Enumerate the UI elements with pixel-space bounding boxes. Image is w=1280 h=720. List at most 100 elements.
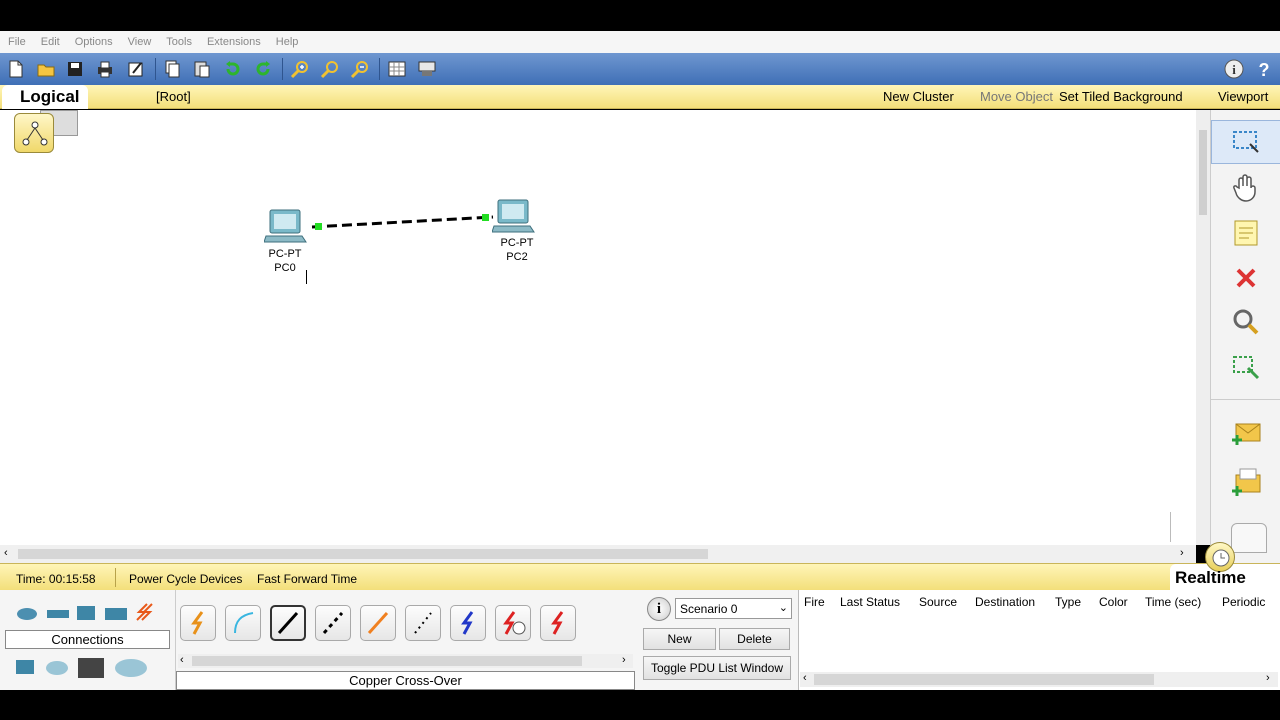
zoom-out-icon[interactable] [348,57,372,81]
select-tool[interactable] [1211,120,1280,164]
simulation-time: Time: 00:15:58 [16,572,96,586]
device-name-label[interactable]: PC2 [492,250,542,264]
add-complex-pdu-tool[interactable] [1211,460,1280,504]
serial-dce-connection[interactable] [495,605,531,641]
menu-edit[interactable]: Edit [41,36,60,48]
copper-straight-through[interactable] [270,605,306,641]
scroll-right-arrow-icon[interactable]: › [1266,672,1270,684]
connection-list-scrollbar[interactable]: ‹ › [178,654,633,668]
device-name-label[interactable]: PC0 [260,261,310,275]
pdu-col-fire[interactable]: Fire [804,595,825,609]
toolbar-separator [155,58,156,80]
resize-shape-tool[interactable] [1211,346,1280,390]
pdu-scroll-thumb[interactable] [814,674,1154,685]
scroll-left-arrow-icon[interactable]: ‹ [180,654,184,666]
menu-extensions[interactable]: Extensions [207,36,261,48]
serial-dte-connection[interactable] [540,605,576,641]
help-icon[interactable]: ? [1252,57,1276,81]
set-tiled-background-button[interactable]: Set Tiled Background [1059,89,1183,104]
print-icon[interactable] [93,57,117,81]
menu-view[interactable]: View [128,36,152,48]
toggle-pdu-list-button[interactable]: Toggle PDU List Window [643,656,791,680]
copper-cross-over[interactable] [315,605,351,641]
activity-wizard-icon[interactable] [124,57,148,81]
custom-devices-icon [78,658,104,678]
save-icon[interactable] [63,57,87,81]
scroll-left-arrow-icon[interactable]: ‹ [803,672,807,684]
inspect-tool[interactable] [1211,300,1280,344]
phone-cable-icon [414,612,432,634]
pdu-col-source[interactable]: Source [919,595,957,609]
new-file-icon[interactable] [4,57,28,81]
info-icon[interactable]: i [1222,57,1246,81]
vertical-scroll-thumb[interactable] [1199,130,1207,215]
fast-forward-time-button[interactable]: Fast Forward Time [257,572,357,586]
delete-scenario-button[interactable]: Delete [719,628,790,650]
undo-icon[interactable] [221,57,245,81]
pdu-col-last-status[interactable]: Last Status [840,595,900,609]
menu-tools[interactable]: Tools [166,36,192,48]
move-object-button[interactable]: Move Object [980,89,1053,104]
viewport-button[interactable]: Viewport [1218,89,1268,104]
horizontal-scroll-thumb[interactable] [18,549,708,559]
pdu-col-time[interactable]: Time (sec) [1145,595,1201,609]
add-simple-pdu-tool[interactable] [1211,412,1280,456]
menu-options[interactable]: Options [75,36,113,48]
device-type-label: PC-PT [500,237,534,249]
zoom-in-icon[interactable] [288,57,312,81]
magnifier-icon [1233,309,1259,335]
link-light-pc2 [482,214,489,221]
automatic-connection[interactable] [180,605,216,641]
info-icon[interactable]: i [647,597,671,621]
scroll-right-arrow-icon[interactable]: › [622,654,626,666]
wireless-icon [105,608,127,620]
coaxial-connection[interactable] [450,605,486,641]
scroll-left-arrow-icon[interactable]: ‹ [4,547,8,559]
place-note-tool[interactable] [1211,211,1280,255]
new-cluster-button[interactable]: New Cluster [883,89,954,104]
root-breadcrumb[interactable]: [Root] [156,89,191,104]
envelope-open-plus-icon [1232,468,1261,496]
console-connection[interactable] [225,605,261,641]
workspace-bar: Logical [Root] New Cluster Move Object S… [0,85,1280,109]
palette-icon[interactable] [385,57,409,81]
canvas-divider [1170,512,1171,542]
pdu-table-scrollbar[interactable]: ‹ › [800,672,1278,687]
power-cycle-devices-button[interactable]: Power Cycle Devices [129,572,242,586]
fiber-connection[interactable] [360,605,396,641]
pc-icon [491,199,535,233]
zoom-reset-icon[interactable] [318,57,342,81]
pdu-col-destination[interactable]: Destination [975,595,1035,609]
menu-file[interactable]: File [8,36,26,48]
open-folder-icon[interactable] [34,57,58,81]
device-category-label: Connections [5,630,170,649]
pdu-col-type[interactable]: Type [1055,595,1081,609]
vertical-scrollbar[interactable] [1196,110,1210,545]
scroll-right-arrow-icon[interactable]: › [1180,547,1184,559]
toolbar-separator [379,58,380,80]
copy-icon[interactable] [160,57,184,81]
resize-icon [1233,356,1260,380]
redo-icon[interactable] [251,57,275,81]
menu-help[interactable]: Help [276,36,299,48]
horizontal-scrollbar[interactable]: ‹ › [0,545,1196,563]
device-pc2[interactable]: PC-PT PC2 [491,196,542,266]
switches-icon [47,610,69,618]
pdu-col-periodic[interactable]: Periodic [1222,595,1265,609]
paste-icon[interactable] [190,57,214,81]
delete-tool[interactable] [1211,256,1280,300]
select-icon [1233,131,1259,153]
serial-clock-icon [503,611,526,635]
new-scenario-button[interactable]: New [643,628,716,650]
move-layout-tool[interactable] [1211,166,1280,210]
logical-workspace-canvas[interactable]: PC-PT PC0 PC-PT PC2 [0,110,1196,545]
scenario-select[interactable]: Scenario 0 ⌄ [675,598,792,619]
capture-icon[interactable] [1231,523,1267,553]
custom-device-icon[interactable] [415,57,439,81]
envelope-plus-icon [1232,423,1261,445]
device-pc0[interactable]: PC-PT PC0 [263,206,314,276]
phone-connection[interactable] [405,605,441,641]
svg-text:i: i [1232,62,1236,77]
pdu-col-color[interactable]: Color [1099,595,1128,609]
connection-scroll-thumb[interactable] [192,656,582,666]
